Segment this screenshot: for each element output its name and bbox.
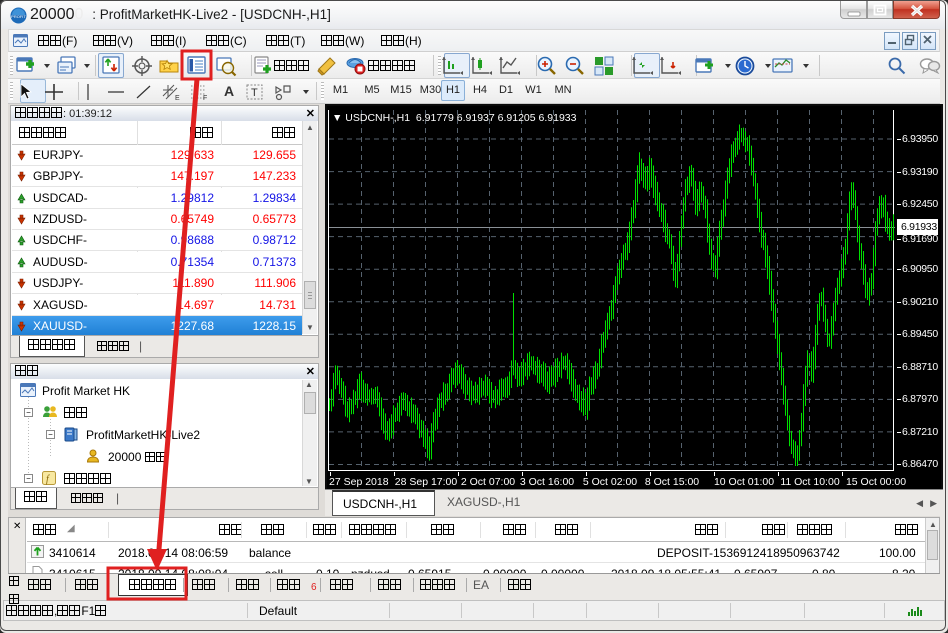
svg-text:E: E — [175, 95, 180, 102]
svg-text:PROFIT: PROFIT — [11, 14, 26, 19]
svg-text:F: F — [203, 95, 207, 102]
svg-text:T: T — [251, 87, 258, 99]
